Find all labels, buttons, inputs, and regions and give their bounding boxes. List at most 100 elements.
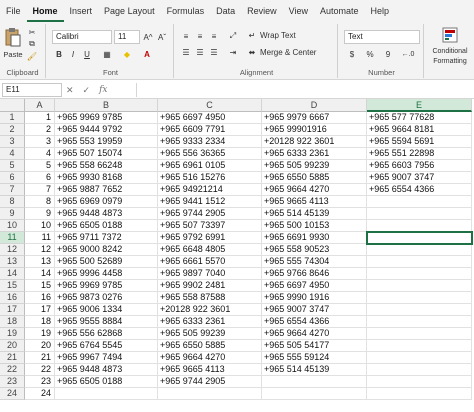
cell-b24[interactable] — [55, 388, 158, 400]
cell-b20[interactable]: +965 6764 5545 — [55, 340, 158, 352]
cell-b13[interactable]: +965 500 52689 — [55, 256, 158, 268]
cell-d24[interactable] — [262, 388, 367, 400]
cell-e23[interactable] — [367, 376, 472, 388]
row-header[interactable]: 8 — [0, 196, 25, 208]
cell-b4[interactable]: +965 507 15074 — [55, 148, 158, 160]
cell-e18[interactable] — [367, 316, 472, 328]
tab-home[interactable]: Home — [26, 0, 64, 22]
cell-d19[interactable]: +965 9664 4270 — [262, 328, 367, 340]
cell-c9[interactable]: +965 9744 2905 — [158, 208, 262, 220]
cell-c23[interactable]: +965 9744 2905 — [158, 376, 262, 388]
cell-c22[interactable]: +965 9665 4113 — [158, 364, 262, 376]
indent-icon[interactable]: ⇥ — [226, 46, 240, 58]
percent-button[interactable]: % — [364, 48, 376, 60]
cell-d21[interactable]: +965 555 59124 — [262, 352, 367, 364]
name-box[interactable]: E11 — [2, 83, 62, 97]
cell-b23[interactable]: +965 6505 0188 — [55, 376, 158, 388]
tab-view[interactable]: View — [283, 0, 314, 22]
cell-c1[interactable]: +965 6697 4950 — [158, 112, 262, 124]
cell-b15[interactable]: +965 9969 9785 — [55, 280, 158, 292]
cell-e10[interactable] — [367, 220, 472, 232]
row-header[interactable]: 7 — [0, 184, 25, 196]
cell-e6[interactable]: +965 9007 3747 — [367, 172, 472, 184]
cell-b9[interactable]: +965 9448 4873 — [55, 208, 158, 220]
row-header[interactable]: 15 — [0, 280, 25, 292]
column-header-d[interactable]: D — [262, 99, 367, 112]
cell-c11[interactable]: +965 9792 6991 — [158, 232, 262, 244]
cell-a16[interactable]: 16 — [25, 292, 55, 304]
cell-d9[interactable]: +965 514 45139 — [262, 208, 367, 220]
row-header[interactable]: 6 — [0, 172, 25, 184]
cell-a8[interactable]: 8 — [25, 196, 55, 208]
cell-d7[interactable]: +965 9664 4270 — [262, 184, 367, 196]
bold-button[interactable]: B — [54, 48, 64, 60]
cell-e9[interactable] — [367, 208, 472, 220]
cell-c16[interactable]: +965 558 87588 — [158, 292, 262, 304]
cell-b6[interactable]: +965 9930 8168 — [55, 172, 158, 184]
row-header[interactable]: 1 — [0, 112, 25, 124]
cell-c7[interactable]: +965 94921214 — [158, 184, 262, 196]
cell-a21[interactable]: 21 — [25, 352, 55, 364]
cell-a15[interactable]: 15 — [25, 280, 55, 292]
cell-d13[interactable]: +965 555 74304 — [262, 256, 367, 268]
italic-button[interactable]: I — [68, 48, 78, 60]
cell-e12[interactable] — [367, 244, 472, 256]
cell-c12[interactable]: +965 6648 4805 — [158, 244, 262, 256]
underline-button[interactable]: U — [82, 48, 92, 60]
cell-e22[interactable] — [367, 364, 472, 376]
wrap-text-button[interactable]: Wrap Text — [260, 29, 296, 41]
cell-d8[interactable]: +965 9665 4113 — [262, 196, 367, 208]
cell-a3[interactable]: 3 — [25, 136, 55, 148]
cell-b3[interactable]: +965 553 19959 — [55, 136, 158, 148]
cell-a22[interactable]: 22 — [25, 364, 55, 376]
cell-c2[interactable]: +965 6609 7791 — [158, 124, 262, 136]
top-align-icon[interactable]: ≡ — [180, 30, 192, 42]
cell-a19[interactable]: 19 — [25, 328, 55, 340]
row-header[interactable]: 11 — [0, 232, 25, 244]
cell-c13[interactable]: +965 6661 5570 — [158, 256, 262, 268]
align-left-icon[interactable]: ☰ — [180, 46, 192, 58]
cell-a10[interactable]: 10 — [25, 220, 55, 232]
conditional-formatting-label[interactable]: Conditional — [426, 46, 474, 56]
cell-b14[interactable]: +965 9996 4458 — [55, 268, 158, 280]
cell-a20[interactable]: 20 — [25, 340, 55, 352]
select-all-corner[interactable] — [0, 99, 25, 112]
column-header-e[interactable]: E — [367, 99, 472, 112]
cell-a13[interactable]: 13 — [25, 256, 55, 268]
row-header[interactable]: 9 — [0, 208, 25, 220]
cell-b22[interactable]: +965 9448 4873 — [55, 364, 158, 376]
align-center-icon[interactable]: ☰ — [194, 46, 206, 58]
fx-icon[interactable]: fx — [99, 85, 107, 95]
fill-color-icon[interactable]: ◆ — [120, 48, 134, 60]
row-header[interactable]: 20 — [0, 340, 25, 352]
cell-d15[interactable]: +965 6697 4950 — [262, 280, 367, 292]
cell-b12[interactable]: +965 9000 8242 — [55, 244, 158, 256]
cell-d23[interactable] — [262, 376, 367, 388]
cell-d2[interactable]: +965 99901916 — [262, 124, 367, 136]
row-header[interactable]: 2 — [0, 124, 25, 136]
row-header[interactable]: 3 — [0, 136, 25, 148]
row-header[interactable]: 4 — [0, 148, 25, 160]
font-size-box[interactable]: 11 — [114, 30, 140, 44]
row-header[interactable]: 12 — [0, 244, 25, 256]
paste-label[interactable]: Paste — [2, 49, 24, 59]
font-name-box[interactable]: Calibri — [52, 30, 112, 44]
cell-e15[interactable] — [367, 280, 472, 292]
row-header[interactable]: 17 — [0, 304, 25, 316]
cell-d18[interactable]: +965 6554 4366 — [262, 316, 367, 328]
tab-data[interactable]: Data — [210, 0, 241, 22]
cell-c24[interactable] — [158, 388, 262, 400]
cell-a2[interactable]: 2 — [25, 124, 55, 136]
wrap-text-icon[interactable]: ↵ — [246, 29, 258, 41]
cell-b2[interactable]: +965 9444 9792 — [55, 124, 158, 136]
number-format-box[interactable]: Text — [344, 30, 420, 44]
row-header[interactable]: 13 — [0, 256, 25, 268]
cell-a14[interactable]: 14 — [25, 268, 55, 280]
cell-d3[interactable]: +20128 922 3601 — [262, 136, 367, 148]
cell-b10[interactable]: +965 6505 0188 — [55, 220, 158, 232]
cell-a5[interactable]: 5 — [25, 160, 55, 172]
cell-a11[interactable]: 11 — [25, 232, 55, 244]
tab-review[interactable]: Review — [241, 0, 283, 22]
tab-formulas[interactable]: Formulas — [161, 0, 211, 22]
cell-e13[interactable] — [367, 256, 472, 268]
